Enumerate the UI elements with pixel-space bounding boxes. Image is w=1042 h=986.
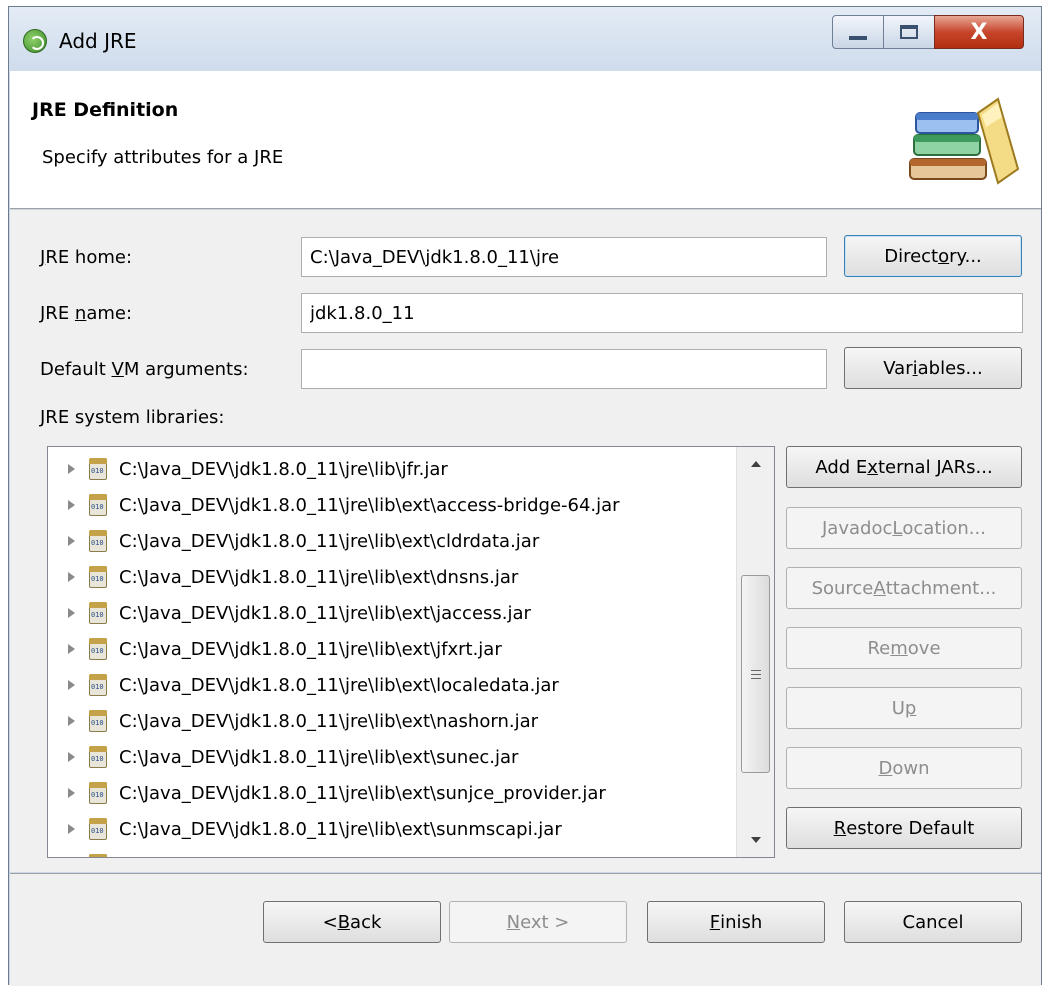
page-title: JRE Definition xyxy=(32,99,179,121)
scroll-up-icon xyxy=(751,461,761,467)
wizard-header: JRE Definition Specify attributes for a … xyxy=(10,71,1041,209)
finish-button[interactable]: Finish xyxy=(647,901,825,943)
jar-icon xyxy=(89,566,107,588)
library-row-partial[interactable] xyxy=(48,847,738,857)
library-path: C:\Java_DEV\jdk1.8.0_11\jre\lib\ext\loca… xyxy=(119,674,559,696)
library-row[interactable]: C:\Java_DEV\jdk1.8.0_11\jre\lib\ext\acce… xyxy=(48,487,738,523)
library-row[interactable]: C:\Java_DEV\jdk1.8.0_11\jre\lib\ext\jacc… xyxy=(48,595,738,631)
expand-icon[interactable] xyxy=(68,572,75,582)
jar-icon xyxy=(89,674,107,696)
close-button[interactable]: X xyxy=(934,15,1024,49)
books-icon xyxy=(909,97,1020,185)
back-button[interactable]: < Back xyxy=(263,901,441,943)
expand-icon[interactable] xyxy=(68,500,75,510)
scroll-down-icon xyxy=(751,837,761,843)
jar-icon xyxy=(89,638,107,660)
expand-icon[interactable] xyxy=(68,680,75,690)
jar-icon xyxy=(89,854,107,857)
jar-icon xyxy=(89,818,107,840)
jar-icon xyxy=(89,530,107,552)
grip-icon xyxy=(750,669,761,679)
add-external-jars-button[interactable]: Add Ex ternal JARs... xyxy=(786,446,1022,488)
restore-default-button[interactable]: Restore Default xyxy=(786,807,1022,849)
jar-icon xyxy=(89,710,107,732)
jar-icon xyxy=(89,746,107,768)
library-row[interactable]: C:\Java_DEV\jdk1.8.0_11\jre\lib\ext\dnsn… xyxy=(48,559,738,595)
jar-icon xyxy=(89,494,107,516)
library-row[interactable]: C:\Java_DEV\jdk1.8.0_11\jre\lib\ext\loca… xyxy=(48,667,738,703)
maximize-icon xyxy=(900,25,918,39)
library-row[interactable]: C:\Java_DEV\jdk1.8.0_11\jre\lib\jfr.jar xyxy=(48,451,738,487)
scroll-up-button[interactable] xyxy=(737,447,774,481)
jre-home-input[interactable] xyxy=(301,237,827,277)
maximize-button[interactable] xyxy=(883,15,935,49)
expand-icon[interactable] xyxy=(68,536,75,546)
library-row[interactable]: C:\Java_DEV\jdk1.8.0_11\jre\lib\ext\sunj… xyxy=(48,775,738,811)
libraries-tree[interactable]: C:\Java_DEV\jdk1.8.0_11\jre\lib\jfr.jar … xyxy=(47,446,775,858)
libraries-label: JRE system libraries: xyxy=(40,407,225,428)
library-path: C:\Java_DEV\jdk1.8.0_11\jre\lib\ext\dnsn… xyxy=(119,566,519,588)
libraries-scrollbar[interactable] xyxy=(736,447,774,857)
library-path: C:\Java_DEV\jdk1.8.0_11\jre\lib\ext\sunj… xyxy=(119,782,606,804)
jre-home-label: JRE home: xyxy=(40,247,133,268)
library-row[interactable]: C:\Java_DEV\jdk1.8.0_11\jre\lib\ext\nash… xyxy=(48,703,738,739)
library-path: C:\Java_DEV\jdk1.8.0_11\jre\lib\ext\nash… xyxy=(119,710,539,732)
jar-icon xyxy=(89,602,107,624)
spring-app-icon xyxy=(23,29,47,53)
variables-button[interactable]: Var i ables... xyxy=(844,347,1022,389)
wizard-footer: < Back Next > Finish Cancel xyxy=(10,873,1041,986)
vm-args-label: Default VM arguments: xyxy=(40,359,249,380)
page-description: Specify attributes for a JRE xyxy=(42,147,284,168)
jar-icon xyxy=(89,782,107,804)
expand-icon[interactable] xyxy=(68,824,75,834)
library-path: C:\Java_DEV\jdk1.8.0_11\jre\lib\jfr.jar xyxy=(119,458,448,480)
up-button[interactable]: Up xyxy=(786,687,1022,729)
expand-icon[interactable] xyxy=(68,464,75,474)
add-jre-dialog: Add JRE X JRE Definition Specify attribu… xyxy=(8,6,1042,986)
library-row[interactable]: C:\Java_DEV\jdk1.8.0_11\jre\lib\ext\sune… xyxy=(48,739,738,775)
down-button[interactable]: Down xyxy=(786,747,1022,789)
title-bar[interactable]: Add JRE X xyxy=(9,7,1041,71)
library-path: C:\Java_DEV\jdk1.8.0_11\jre\lib\ext\sune… xyxy=(119,746,519,768)
library-path: C:\Java_DEV\jdk1.8.0_11\jre\lib\ext\jfxr… xyxy=(119,638,502,660)
next-button[interactable]: Next > xyxy=(449,901,627,943)
expand-icon[interactable] xyxy=(68,608,75,618)
expand-icon[interactable] xyxy=(68,716,75,726)
jre-name-input[interactable] xyxy=(301,293,1023,333)
library-row[interactable]: C:\Java_DEV\jdk1.8.0_11\jre\lib\ext\jfxr… xyxy=(48,631,738,667)
scroll-down-button[interactable] xyxy=(737,823,774,857)
cancel-button[interactable]: Cancel xyxy=(844,901,1022,943)
remove-button[interactable]: Re m ove xyxy=(786,627,1022,669)
library-path: C:\Java_DEV\jdk1.8.0_11\jre\lib\ext\acce… xyxy=(119,494,620,516)
jar-icon xyxy=(89,458,107,480)
window-title: Add JRE xyxy=(59,29,137,53)
expand-icon[interactable] xyxy=(68,752,75,762)
source-attachment-button[interactable]: Source Attachment... xyxy=(786,567,1022,609)
scroll-thumb[interactable] xyxy=(741,575,770,773)
jre-name-label: JRE name: xyxy=(40,303,133,324)
library-row[interactable]: C:\Java_DEV\jdk1.8.0_11\jre\lib\ext\cldr… xyxy=(48,523,738,559)
library-path: C:\Java_DEV\jdk1.8.0_11\jre\lib\ext\cldr… xyxy=(119,530,540,552)
expand-icon[interactable] xyxy=(68,644,75,654)
jre-definition-form: JRE home: Directory... JRE name: Default… xyxy=(10,210,1041,872)
library-path: C:\Java_DEV\jdk1.8.0_11\jre\lib\ext\sunm… xyxy=(119,818,562,840)
vm-args-input[interactable] xyxy=(301,349,827,389)
javadoc-location-button[interactable]: Javadoc Location... xyxy=(786,507,1022,549)
close-icon: X xyxy=(970,19,988,45)
expand-icon[interactable] xyxy=(68,788,75,798)
library-row[interactable]: C:\Java_DEV\jdk1.8.0_11\jre\lib\ext\sunm… xyxy=(48,811,738,847)
minimize-button[interactable] xyxy=(832,15,884,49)
directory-button[interactable]: Direct o ry... xyxy=(844,235,1022,277)
library-path: C:\Java_DEV\jdk1.8.0_11\jre\lib\ext\jacc… xyxy=(119,602,531,624)
minimize-icon xyxy=(849,36,867,40)
